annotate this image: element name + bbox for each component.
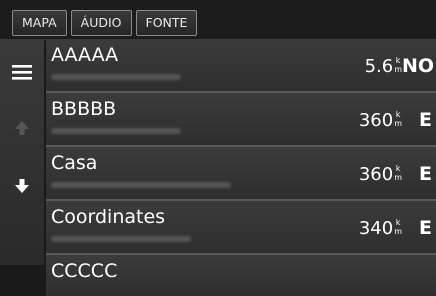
tab-audio[interactable]: ÁUDIO bbox=[70, 10, 132, 36]
result-distance: 5.6 k m bbox=[364, 56, 402, 77]
result-distance: 360 k m bbox=[358, 164, 402, 185]
result-name: Casa bbox=[51, 152, 98, 174]
result-address-blurred bbox=[51, 74, 181, 80]
result-direction: E bbox=[419, 163, 432, 185]
arrow-down-icon bbox=[15, 179, 29, 193]
list-item[interactable]: AAAAA 5.6 k m NO bbox=[46, 40, 436, 93]
result-name: Coordinates bbox=[51, 206, 166, 228]
list-item[interactable]: BBBBB 360 k m E bbox=[46, 94, 436, 147]
result-address-blurred bbox=[51, 128, 181, 134]
result-direction: E bbox=[419, 217, 432, 239]
results-list: AAAAA 5.6 k m NO BBBBB 360 k m E Casa 360 k m … bbox=[46, 40, 436, 296]
sidebar bbox=[0, 40, 44, 265]
scroll-up-button[interactable] bbox=[0, 100, 44, 156]
result-direction: NO bbox=[402, 55, 435, 77]
result-address-blurred bbox=[51, 236, 191, 242]
menu-icon bbox=[12, 65, 32, 80]
tab-group: MAPA ÁUDIO FONTE bbox=[12, 10, 201, 36]
list-item[interactable]: Casa 360 k m E bbox=[46, 148, 436, 201]
tab-source[interactable]: FONTE bbox=[135, 10, 198, 36]
result-distance: 340 k m bbox=[358, 218, 402, 239]
result-distance: 360 k m bbox=[358, 110, 402, 131]
list-item[interactable]: Coordinates 340 k m E bbox=[46, 202, 436, 255]
arrow-up-icon bbox=[15, 121, 29, 135]
result-name: CCCCC bbox=[51, 260, 118, 282]
result-address-blurred bbox=[51, 182, 231, 188]
result-name: BBBBB bbox=[51, 98, 117, 120]
tab-map[interactable]: MAPA bbox=[12, 10, 67, 36]
result-name: AAAAA bbox=[51, 44, 119, 66]
top-bar: MAPA ÁUDIO FONTE bbox=[0, 0, 436, 40]
result-direction: E bbox=[419, 109, 432, 131]
scroll-down-button[interactable] bbox=[0, 158, 44, 214]
menu-button[interactable] bbox=[0, 47, 44, 97]
list-item[interactable]: CCCCC bbox=[46, 256, 436, 296]
